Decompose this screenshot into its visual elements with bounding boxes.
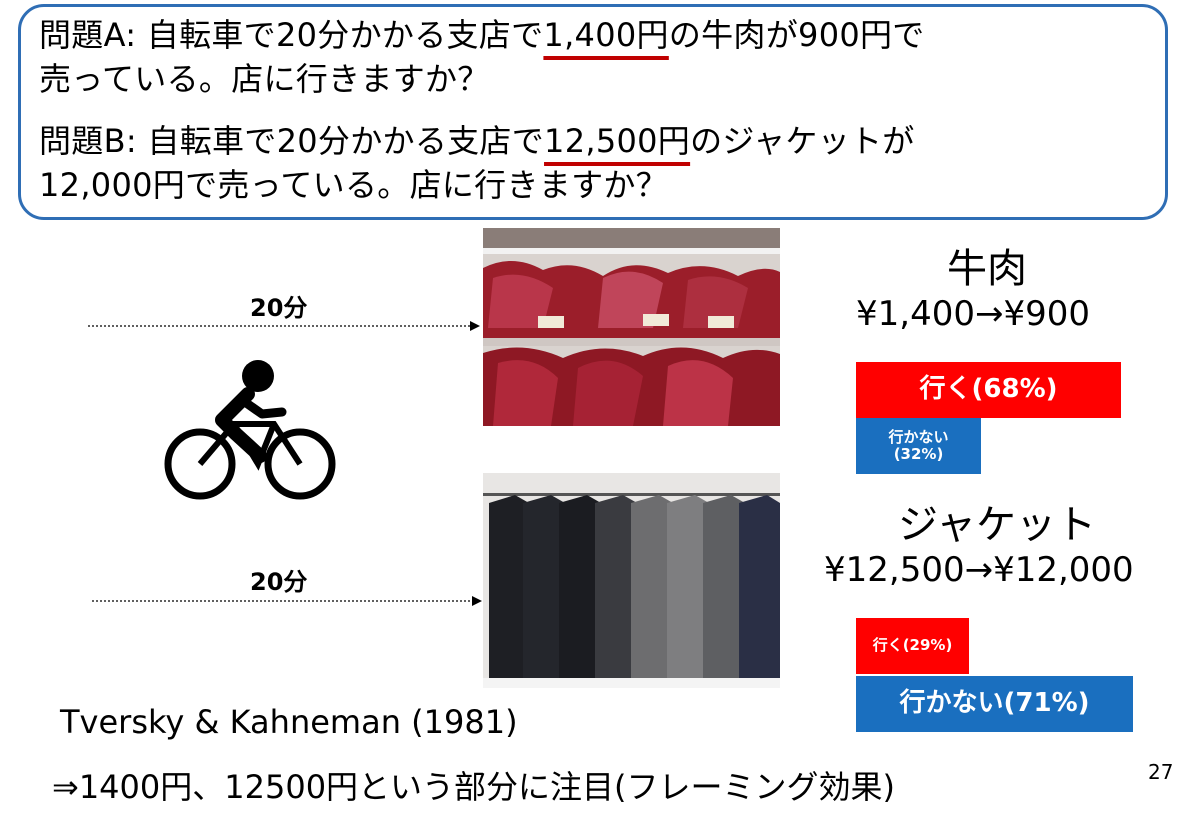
- beef-photo: [483, 228, 780, 426]
- page-number: 27: [1148, 760, 1174, 784]
- jacket-price: ¥12,500→¥12,000: [824, 550, 1134, 590]
- problem-a-line1: 問題A: 自転車で20分かかる支店で1,400円の牛肉が900円で: [39, 15, 925, 55]
- beef-nogo-bar: 行かない (32%): [856, 418, 981, 474]
- problem-b-line2: 12,000円で売っている。店に行きますか？: [39, 166, 668, 204]
- jacket-go-bar: 行く(29%): [856, 618, 969, 674]
- problem-box: 問題A: 自転車で20分かかる支店で1,400円の牛肉が900円で 売っている。…: [18, 4, 1168, 220]
- jacket-nogo-label: 行かない(71%): [899, 688, 1090, 719]
- problem-a-highlight: 1,400円: [543, 16, 669, 54]
- problem-a-text: 問題A: 自転車で20分かかる支店で: [39, 16, 544, 54]
- problem-b-line1: 問題B: 自転車で20分かかる支店で12,500円のジャケットが: [39, 121, 915, 161]
- problem-a-line2: 売っている。店に行きますか？: [39, 60, 490, 98]
- travel-time-top: 20分: [250, 294, 308, 322]
- beef-title: 牛肉: [947, 246, 1027, 292]
- beef-price: ¥1,400→¥900: [856, 294, 1090, 334]
- jacket-title: ジャケット: [898, 502, 1096, 548]
- problem-b-highlight: 12,500円: [544, 122, 691, 160]
- problem-a-text-tail: の牛肉が900円で: [668, 16, 925, 54]
- conclusion: ⇒1400円、12500円という部分に注目(フレーミング効果): [52, 768, 896, 806]
- problem-b-text-tail: のジャケットが: [690, 122, 915, 160]
- travel-arrow-bottom: [92, 594, 482, 608]
- beef-nogo-percent: (32%): [893, 445, 944, 463]
- jacket-nogo-bar: 行かない(71%): [856, 676, 1133, 732]
- travel-time-bottom: 20分: [250, 568, 308, 596]
- jacket-go-label: 行く(29%): [872, 636, 953, 655]
- citation: Tversky & Kahneman (1981): [60, 703, 518, 741]
- beef-nogo-label: 行かない: [888, 427, 949, 446]
- problem-b-text: 問題B: 自転車で20分かかる支店で: [39, 122, 545, 160]
- travel-arrow-top: [88, 319, 480, 333]
- beef-go-bar: 行く(68%): [856, 362, 1121, 418]
- beef-go-label: 行く(68%): [919, 374, 1058, 405]
- jacket-photo: [483, 473, 780, 688]
- bicycle-rider-icon: [162, 358, 338, 506]
